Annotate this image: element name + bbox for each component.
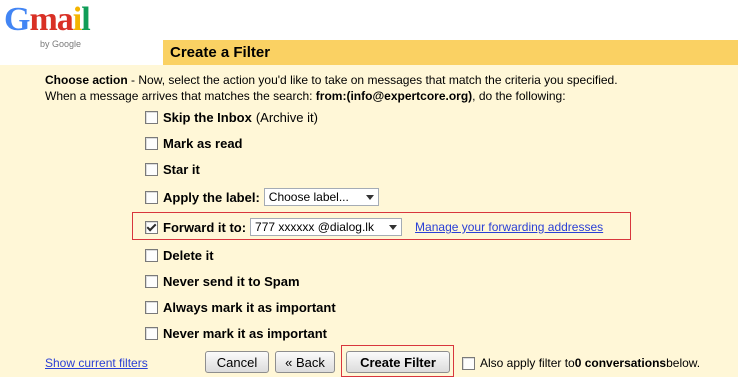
intro-text-2-suffix: , do the following: (472, 89, 566, 103)
back-button[interactable]: « Back (275, 351, 335, 373)
also-apply-suffix: below. (666, 356, 701, 370)
star-label: Star it (163, 161, 200, 177)
manage-forwarding-link[interactable]: Manage your forwarding addresses (415, 220, 603, 234)
option-skip-inbox[interactable]: Skip the Inbox (Archive it) (145, 108, 318, 126)
gmail-logo-byline: by Google (40, 39, 82, 49)
star-checkbox[interactable] (145, 162, 158, 176)
intro-text-2-prefix: When a message arrives that matches the … (45, 89, 316, 103)
never-spam-checkbox[interactable] (145, 274, 158, 288)
mark-read-checkbox[interactable] (145, 136, 158, 150)
option-always-important[interactable]: Always mark it as important (145, 298, 336, 316)
gmail-logo-wordmark: Gmail (4, 1, 91, 38)
forward-label: Forward it to: (163, 219, 247, 235)
chevron-down-icon (389, 224, 398, 230)
option-star[interactable]: Star it (145, 160, 200, 178)
label-select-value: Choose label... (268, 190, 349, 204)
choose-action-label: Choose action (45, 73, 128, 87)
skip-inbox-checkbox[interactable] (145, 110, 158, 124)
never-important-checkbox[interactable] (145, 326, 158, 340)
label-select[interactable]: Choose label... (263, 188, 379, 206)
show-current-filters-link[interactable]: Show current filters (45, 356, 148, 370)
mark-read-label: Mark as read (163, 135, 243, 151)
search-query: from:(info@expertcore.org) (315, 89, 473, 103)
never-important-label: Never mark it as important (163, 325, 328, 341)
also-apply-prefix: Also apply filter to (480, 356, 575, 370)
skip-inbox-sublabel: (Archive it) (255, 109, 318, 125)
intro-line-2: When a message arrives that matches the … (45, 89, 566, 104)
option-forward[interactable]: Forward it to: 777 xxxxxx @dialog.lk Man… (145, 218, 603, 236)
always-important-label: Always mark it as important (163, 299, 336, 315)
option-mark-read[interactable]: Mark as read (145, 134, 243, 152)
filter-header: Create a Filter (163, 40, 738, 65)
intro-line-1: Choose action - Now, select the action y… (45, 73, 618, 88)
skip-inbox-label: Skip the Inbox (163, 109, 252, 125)
page-title: Create a Filter (170, 44, 271, 61)
chevron-down-icon (365, 194, 374, 200)
also-apply-checkbox[interactable] (462, 356, 475, 370)
never-spam-label: Never send it to Spam (163, 273, 300, 289)
also-apply-option[interactable]: Also apply filter to 0 conversations bel… (462, 354, 700, 372)
also-apply-count: 0 conversations (574, 356, 667, 370)
always-important-checkbox[interactable] (145, 300, 158, 314)
forward-address-select[interactable]: 777 xxxxxx @dialog.lk (250, 218, 403, 236)
option-apply-label[interactable]: Apply the label: Choose label... (145, 188, 379, 206)
delete-checkbox[interactable] (145, 248, 158, 262)
apply-label-label: Apply the label: (163, 189, 260, 205)
gmail-logo[interactable]: Gmail by Google (4, 0, 104, 52)
cancel-button[interactable]: Cancel (205, 351, 269, 373)
option-never-important[interactable]: Never mark it as important (145, 324, 327, 342)
delete-label: Delete it (163, 247, 214, 263)
forward-address-value: 777 xxxxxx @dialog.lk (255, 220, 374, 234)
intro-text-1: - Now, select the action you'd like to t… (127, 73, 618, 87)
option-delete[interactable]: Delete it (145, 246, 214, 264)
apply-label-checkbox[interactable] (145, 190, 158, 204)
create-filter-button[interactable]: Create Filter (346, 351, 450, 373)
option-never-spam[interactable]: Never send it to Spam (145, 272, 300, 290)
forward-checkbox[interactable] (145, 220, 158, 234)
